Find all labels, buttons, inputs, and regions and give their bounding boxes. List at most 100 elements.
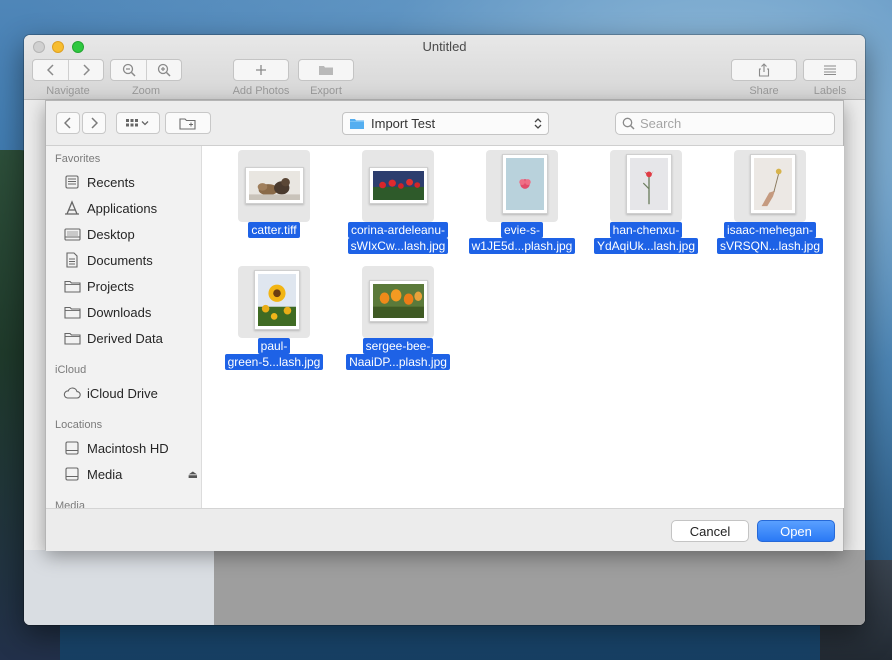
window-content-area <box>214 550 865 625</box>
search-placeholder: Search <box>640 116 682 131</box>
sidebar-item-documents[interactable]: Documents <box>63 250 198 270</box>
sidebar-item-macintosh-hd[interactable]: Macintosh HD <box>63 438 198 458</box>
sidebar-item-media[interactable]: Media ⏏ <box>63 464 198 484</box>
file-name-line1: han-chenxu- <box>609 222 683 238</box>
cats-photo-thumbnail <box>245 167 304 204</box>
sidebar-item-downloads[interactable]: Downloads <box>63 302 198 322</box>
icon-view-icon <box>126 119 149 127</box>
view-options-button[interactable] <box>116 112 160 134</box>
search-field[interactable]: Search <box>615 112 835 135</box>
dialog-toolbar: Import Test Search <box>46 101 843 146</box>
plus-icon <box>256 65 266 75</box>
dialog-back-button[interactable] <box>56 112 80 134</box>
dialog-footer: Cancel Open <box>46 508 843 551</box>
share-label: Share <box>749 85 779 97</box>
zoom-in-icon <box>157 63 171 77</box>
window-sidebar-area <box>24 550 214 625</box>
file-name-line2: sVRSQN...lash.jpg <box>716 238 824 254</box>
file-name: catter.tiff <box>248 222 300 238</box>
file-name-line2: NaaiDP...plash.jpg <box>346 354 450 370</box>
zoom-out-button[interactable] <box>111 60 146 80</box>
sidebar-item-label: iCloud Drive <box>87 385 158 401</box>
sidebar-item-recents[interactable]: Recents <box>63 172 198 192</box>
file-name-line2: w1JE5d...plash.jpg <box>468 238 576 254</box>
sidebar-item-label: Macintosh HD <box>87 440 169 456</box>
export-button[interactable] <box>298 59 354 81</box>
share-icon <box>758 63 770 77</box>
recents-icon <box>63 174 81 190</box>
back-button[interactable] <box>33 60 68 80</box>
folder-icon <box>63 304 81 320</box>
zoom-control <box>110 59 182 81</box>
sidebar-item-desktop[interactable]: Desktop <box>63 224 198 244</box>
chevron-left-icon <box>64 117 71 129</box>
navigate-label: Navigate <box>46 85 90 97</box>
window-titlebar: Untitled Navigate Zoom Add Photos Export… <box>24 35 865 100</box>
new-folder-button[interactable] <box>165 112 211 134</box>
zoom-in-button[interactable] <box>146 60 181 80</box>
file-name-line2: green-5...lash.jpg <box>224 354 324 370</box>
folder-icon <box>350 119 364 129</box>
file-name-line2: YdAqiUk...lash.jpg <box>593 238 699 254</box>
sidebar-item-label: Downloads <box>87 304 152 320</box>
desktop-icon <box>63 226 81 242</box>
media-heading: Media <box>55 500 85 508</box>
labels-button[interactable] <box>803 59 857 81</box>
search-icon <box>622 117 635 130</box>
disk-icon <box>63 440 81 456</box>
navigate-control <box>32 59 104 81</box>
sidebar-item-label: Derived Data <box>87 330 163 346</box>
share-button[interactable] <box>731 59 797 81</box>
dialog-sidebar: Favorites Recents Applications Desktop D… <box>46 146 202 508</box>
sidebar-item-derived-data[interactable]: Derived Data <box>63 328 198 348</box>
folder-icon <box>63 278 81 294</box>
new-folder-icon <box>179 117 196 130</box>
cloud-icon <box>63 385 81 401</box>
sidebar-item-label: Media <box>87 466 123 482</box>
eject-icon[interactable]: ⏏ <box>188 468 198 481</box>
chevron-right-icon <box>91 117 98 129</box>
sidebar-item-icloud-drive[interactable]: iCloud Drive <box>63 383 198 403</box>
sidebar-item-projects[interactable]: Projects <box>63 276 198 296</box>
locations-heading: Locations <box>55 419 103 431</box>
disk-icon <box>63 466 81 482</box>
file-name-line1: corina-ardeleanu- <box>347 222 449 238</box>
folder-icon <box>63 330 81 346</box>
single-flower-photo-thumbnail <box>626 154 672 214</box>
sidebar-item-applications[interactable]: Applications <box>63 198 198 218</box>
file-name-line2: sWIxCw...lash.jpg <box>347 238 449 254</box>
sidebar-item-label: Recents <box>87 174 135 190</box>
location-popup[interactable]: Import Test <box>342 112 549 135</box>
pink-flower-photo-thumbnail <box>502 154 548 214</box>
open-button[interactable]: Open <box>757 520 835 542</box>
file-name-line1: sergee-bee- <box>362 338 434 354</box>
chevron-right-icon <box>83 64 90 76</box>
sidebar-item-label: Projects <box>87 278 134 294</box>
location-name: Import Test <box>371 116 436 131</box>
open-dialog: Import Test Search Favorites Recents App… <box>45 100 844 551</box>
file-name-line1: evie-s- <box>500 222 543 238</box>
zoom-label: Zoom <box>131 85 161 97</box>
add-photos-button[interactable] <box>233 59 289 81</box>
documents-icon <box>63 252 81 268</box>
folder-icon <box>319 66 333 75</box>
favorites-heading: Favorites <box>55 153 101 165</box>
chevron-left-icon <box>46 64 54 76</box>
window-title: Untitled <box>422 39 467 54</box>
applications-icon <box>63 200 81 216</box>
file-browser: catter.tiff corina-ardeleanu- sWIxCw...l… <box>202 146 844 508</box>
list-icon <box>824 65 836 75</box>
sunflower-photo-thumbnail <box>254 270 300 330</box>
add-photos-label: Add Photos <box>232 85 290 97</box>
icloud-heading: iCloud <box>55 364 87 376</box>
export-label: Export <box>310 85 342 97</box>
cancel-button[interactable]: Cancel <box>671 520 749 542</box>
zoom-out-icon <box>122 63 136 77</box>
file-name-line1: isaac-mehegan- <box>723 222 817 238</box>
forward-button[interactable] <box>68 60 103 80</box>
dialog-forward-button[interactable] <box>82 112 106 134</box>
orange-tulips-photo-thumbnail <box>369 280 428 322</box>
sidebar-item-label: Desktop <box>87 226 135 242</box>
file-name-line1: paul- <box>257 338 291 354</box>
sidebar-item-label: Documents <box>87 252 153 268</box>
